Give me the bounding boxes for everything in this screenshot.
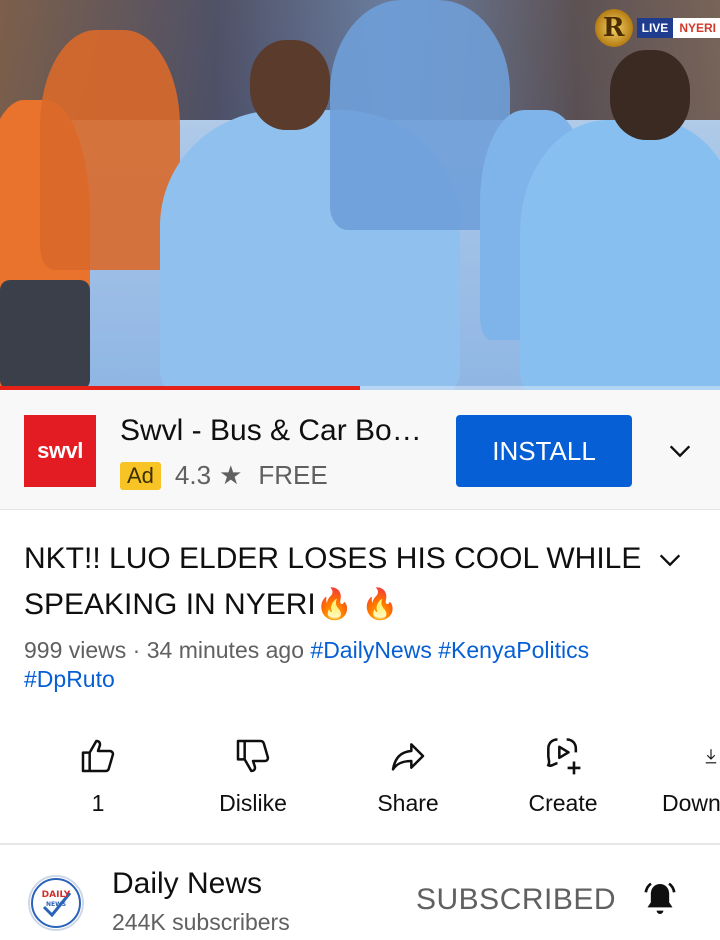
create-button[interactable]: Create	[503, 728, 623, 817]
hashtag-link[interactable]: #KenyaPolitics	[438, 637, 589, 663]
video-figure-center-head	[250, 40, 330, 130]
dislike-label: Dislike	[219, 790, 287, 816]
ad-title[interactable]: Swvl - Bus & Car Bo…	[120, 414, 440, 448]
share-button[interactable]: Share	[348, 728, 468, 817]
create-icon	[546, 738, 581, 775]
subscribed-button[interactable]: SUBSCRIBED	[416, 883, 616, 917]
hashtag-link[interactable]: #DpRuto	[24, 666, 115, 692]
ad-panel[interactable]: swvl Swvl - Bus & Car Bo… Ad 4.3 ★ FREE …	[0, 390, 720, 510]
dislike-button[interactable]: Dislike	[193, 728, 313, 817]
create-label: Create	[528, 790, 598, 816]
hashtag-link[interactable]: #DailyNews	[310, 637, 431, 663]
avatar-text-bottom: NEWS	[46, 901, 66, 908]
ad-meta: Ad 4.3 ★ FREE	[120, 460, 328, 491]
download-icon	[705, 749, 717, 764]
view-count: 999 views	[24, 637, 127, 663]
notification-bell-icon[interactable]	[640, 879, 680, 919]
like-count: 1	[91, 790, 105, 816]
thumbs-down-icon	[236, 739, 270, 773]
chevron-down-icon[interactable]	[666, 437, 694, 465]
share-label: Share	[377, 790, 439, 816]
ad-rating: 4.3	[174, 460, 212, 490]
ad-price: FREE	[258, 460, 328, 490]
share-icon	[391, 743, 425, 771]
download-label: Down	[662, 790, 720, 816]
subscriber-count: 244K subscribers	[112, 909, 290, 935]
download-button[interactable]: Down	[650, 728, 720, 817]
video-figure-left-back	[40, 30, 180, 270]
expand-description-icon[interactable]	[656, 546, 684, 574]
channel-row: DAILY NEWS Daily News 244K subscribers S…	[0, 845, 720, 940]
video-title[interactable]: NKT!! LUO ELDER LOSES HIS COOL WHILE SPE…	[24, 536, 644, 628]
action-bar: 1 Dislike Share Create Down	[0, 728, 720, 828]
ad-badge: Ad	[120, 461, 161, 490]
tv-channel-logo: R	[594, 9, 633, 47]
install-button[interactable]: INSTALL	[456, 415, 632, 487]
video-figure-lower-left	[0, 280, 90, 390]
like-button[interactable]: 1	[38, 728, 158, 817]
thumbs-up-icon	[81, 739, 115, 773]
video-figure-right-head	[610, 50, 690, 140]
channel-logo-icon: DAILY NEWS	[31, 878, 81, 928]
star-icon: ★	[219, 460, 243, 490]
video-meta: 999 views · 34 minutes ago #DailyNews #K…	[24, 636, 684, 694]
channel-name[interactable]: Daily News	[112, 867, 262, 901]
meta-separator: ·	[126, 637, 147, 663]
broadcast-badge: R LIVE NYERI	[594, 9, 720, 47]
video-figure-right	[520, 120, 720, 390]
live-tag: LIVE	[636, 18, 674, 38]
video-player[interactable]: R LIVE NYERI	[0, 0, 720, 390]
location-tag: NYERI	[673, 18, 720, 38]
ad-app-logo[interactable]: swvl	[24, 415, 96, 487]
avatar-text-top: DAILY	[42, 890, 71, 900]
channel-avatar[interactable]: DAILY NEWS	[28, 875, 84, 931]
upload-age: 34 minutes ago	[146, 637, 305, 663]
